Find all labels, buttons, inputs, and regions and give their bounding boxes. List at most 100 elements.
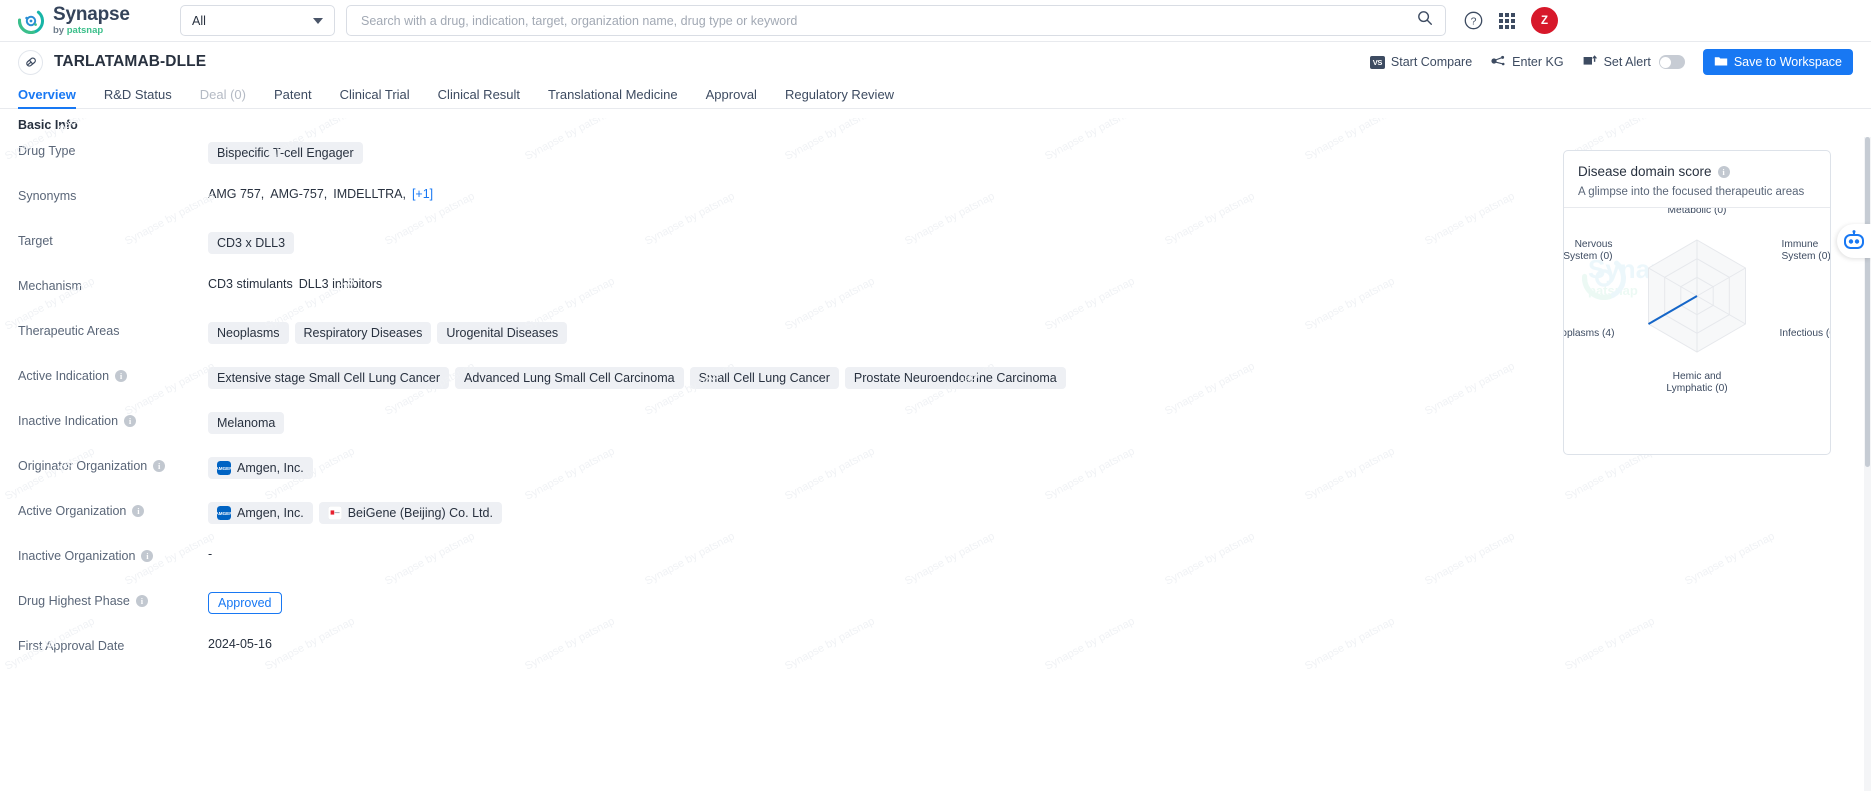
info-row: First Approval Date 2024-05-16: [18, 635, 1853, 680]
info-icon[interactable]: i: [132, 505, 145, 517]
value-text: CD3 stimulants: [208, 277, 293, 291]
value-text: -: [208, 547, 213, 561]
info-icon[interactable]: i: [135, 595, 148, 607]
value-tag[interactable]: Respiratory Diseases: [294, 322, 432, 344]
tab-translational-medicine[interactable]: Translational Medicine: [534, 87, 692, 108]
organization-logo-icon: [327, 506, 342, 520]
value-tag[interactable]: Urogenital Diseases: [437, 322, 568, 344]
global-header: Synapse by patsnap All ? Z: [0, 0, 1871, 42]
value-tag[interactable]: Small Cell Lung Cancer: [689, 367, 839, 389]
drug-title-bar: TARLATAMAB-DLLE VS Start Compare Enter K…: [0, 42, 1871, 82]
brand-logo[interactable]: Synapse by patsnap: [18, 5, 170, 36]
radar-axis-label: Neoplasms (4): [1564, 328, 1615, 339]
value-tag[interactable]: Extensive stage Small Cell Lung Cancer: [208, 367, 450, 389]
tab-approval[interactable]: Approval: [692, 87, 771, 108]
info-icon[interactable]: i: [115, 370, 128, 382]
brand-tagline: by patsnap: [53, 25, 104, 37]
row-label: Active Organization i: [18, 500, 208, 518]
save-to-workspace-button[interactable]: Save to Workspace: [1702, 49, 1853, 75]
tab-label: Regulatory Review: [784, 87, 895, 102]
disease-domain-score-card: Disease domain score i A glimpse into th…: [1563, 150, 1831, 455]
svg-text:AMGEN: AMGEN: [217, 511, 231, 516]
value-tag[interactable]: Neoplasms: [208, 322, 289, 344]
synonym-text: AMG-757,: [270, 187, 328, 201]
row-value: AMGEN Amgen, Inc. BeiGene (Beijing) Co. Lt…: [208, 500, 1853, 524]
search-category-value: All: [192, 13, 206, 28]
tab-clinical-trial[interactable]: Clinical Trial: [326, 87, 424, 108]
organization-tag[interactable]: AMGEN Amgen, Inc.: [208, 457, 313, 479]
page-title: TARLATAMAB-DLLE: [54, 53, 207, 70]
apps-grid-icon[interactable]: [1499, 12, 1515, 29]
info-row: Inactive Organization i -: [18, 545, 1853, 590]
info-icon[interactable]: i: [141, 550, 154, 562]
tab-clinical-result[interactable]: Clinical Result: [424, 87, 534, 108]
search-icon[interactable]: [1417, 10, 1433, 31]
tab-label: Clinical Result: [437, 87, 521, 102]
organization-name: Amgen, Inc.: [237, 461, 304, 475]
value-tag[interactable]: Prostate Neuroendocrine Carcinoma: [844, 367, 1066, 389]
tab-label: Translational Medicine: [548, 87, 678, 102]
organization-name: BeiGene (Beijing) Co. Ltd.: [347, 506, 493, 520]
tab-deal-0[interactable]: Deal (0): [186, 87, 260, 108]
info-row: Drug Highest Phase i Approved: [18, 590, 1853, 635]
row-label-text: Synonyms: [18, 189, 77, 203]
radar-axis-label: Endocrinology andMetabolic (0): [1655, 208, 1740, 216]
tab-r-d-status[interactable]: R&D Status: [90, 87, 186, 108]
synapse-logo-icon: [18, 7, 44, 34]
search-category-select[interactable]: All: [180, 5, 335, 36]
info-icon[interactable]: i: [124, 415, 137, 427]
value-tag[interactable]: CD3 x DLL3: [208, 232, 295, 254]
tab-label: R&D Status: [103, 87, 172, 102]
enter-kg-label: Enter KG: [1512, 55, 1564, 69]
folder-icon: [1714, 55, 1728, 70]
enter-kg-button[interactable]: Enter KG: [1490, 54, 1564, 71]
value-tag[interactable]: Advanced Lung Small Cell Carcinoma: [455, 367, 684, 389]
set-alert-control[interactable]: Set Alert: [1582, 54, 1685, 71]
section-title-basic-info: Basic Info: [18, 118, 78, 132]
row-label: Target: [18, 230, 208, 248]
tab-label: Approval: [705, 87, 757, 102]
tab-regulatory-review[interactable]: Regulatory Review: [771, 87, 908, 108]
avatar[interactable]: Z: [1531, 7, 1558, 34]
row-label-text: Inactive Organization: [18, 549, 136, 563]
brand-name: Synapse: [53, 4, 130, 26]
scrollbar-thumb[interactable]: [1865, 137, 1870, 467]
radar-svg: Endocrinology andMetabolic (0) ImmuneSyst…: [1564, 208, 1831, 394]
organization-tag[interactable]: AMGEN Amgen, Inc.: [208, 502, 313, 524]
disease-domain-info-icon[interactable]: i: [1717, 165, 1730, 178]
value-tag[interactable]: Melanoma: [208, 412, 285, 434]
radar-axis-label: Infectious (0): [1780, 328, 1831, 339]
row-label: Active Indication i: [18, 365, 208, 383]
row-label-text: Inactive Indication: [18, 414, 119, 428]
row-label-text: First Approval Date: [18, 639, 125, 653]
chatbot-launcher[interactable]: [1837, 224, 1871, 258]
synonym-text: IMDELLTRA,: [333, 187, 406, 201]
header-icon-group: ? Z: [1464, 7, 1558, 34]
info-row: Originator Organization i AMGEN Amgen, Inc.: [18, 455, 1853, 500]
show-more-synonyms-link[interactable]: [+1]: [412, 187, 433, 201]
row-label: Drug Highest Phase i: [18, 590, 208, 608]
tab-overview[interactable]: Overview: [18, 87, 90, 109]
organization-tag[interactable]: BeiGene (Beijing) Co. Ltd.: [318, 502, 502, 524]
start-compare-button[interactable]: VS Start Compare: [1369, 55, 1472, 69]
info-icon[interactable]: i: [153, 460, 166, 472]
robot-icon: [1844, 230, 1864, 249]
search-input[interactable]: [359, 12, 1417, 29]
row-label-text: Active Organization: [18, 504, 127, 518]
row-label-text: Originator Organization: [18, 459, 148, 473]
row-label-text: Active Indication: [18, 369, 110, 383]
tab-label: Deal (0): [199, 87, 246, 102]
help-icon[interactable]: ?: [1464, 11, 1483, 30]
radar-axis-label: Immune System (0): [1782, 239, 1831, 262]
synonym-text: AMG 757,: [208, 187, 265, 201]
set-alert-toggle[interactable]: [1658, 55, 1685, 69]
row-label: Synonyms: [18, 185, 208, 203]
value-tag[interactable]: Bispecific T-cell Engager: [208, 142, 363, 164]
radar-chart: Synapse patsnap Endocrinology andMetabol…: [1564, 207, 1830, 412]
global-search-box[interactable]: [346, 5, 1446, 36]
tab-label: Patent: [274, 87, 312, 102]
disease-domain-score-title: Disease domain score: [1578, 164, 1712, 179]
status-badge[interactable]: Approved: [208, 592, 282, 614]
set-alert-label: Set Alert: [1603, 55, 1651, 69]
tab-patent[interactable]: Patent: [260, 87, 326, 108]
